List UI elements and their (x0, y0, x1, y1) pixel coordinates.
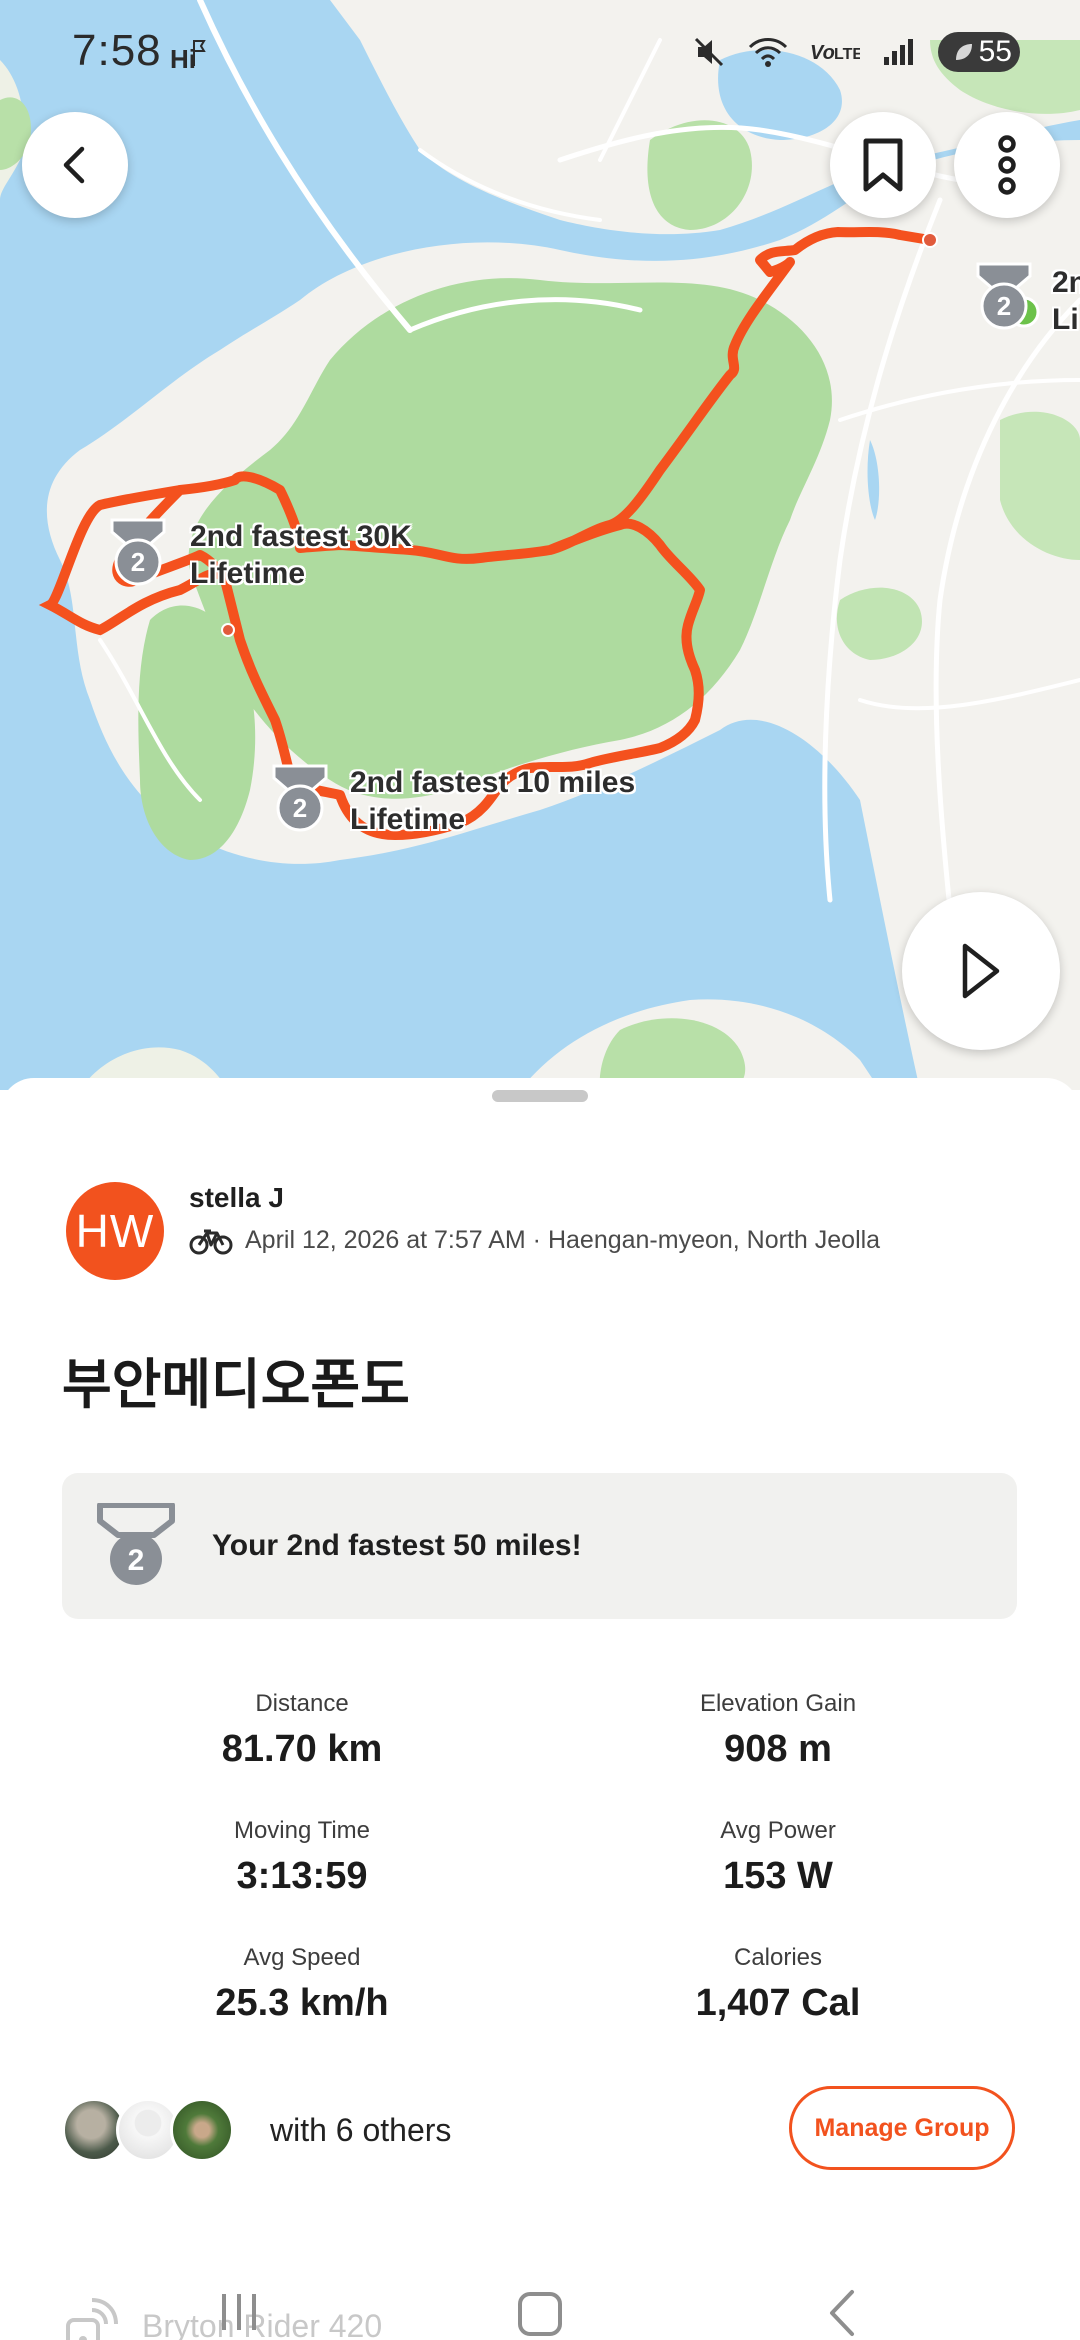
chevron-left-icon (63, 146, 85, 184)
flag-icon (193, 40, 206, 66)
svg-text:2: 2 (128, 1544, 145, 1577)
athlete-name[interactable]: stella J (189, 1182, 284, 1214)
status-icons: Vo LTE 55 (692, 30, 1020, 74)
map-label-edge: 2n Li (1052, 266, 1080, 336)
route-point (221, 623, 235, 637)
sheet-drag-handle[interactable] (492, 1090, 588, 1102)
signal-icon (884, 39, 913, 65)
activity-date-location: April 12, 2026 at 7:57 AM · Haengan-myeo… (245, 1226, 881, 1254)
medal-pin-icon[interactable]: 2 (106, 518, 170, 590)
svg-text:2: 2 (131, 547, 145, 577)
stat-avg-power: Avg Power 153 W (720, 1817, 836, 1897)
back-nav-icon[interactable] (824, 2288, 860, 2338)
play-icon (962, 943, 1000, 999)
activity-title: 부안메디오폰도 (62, 1355, 410, 1415)
avatar[interactable]: HW (66, 1182, 164, 1280)
manage-group-button[interactable]: Manage Group (789, 2086, 1015, 2170)
status-time: 7:58 (72, 26, 162, 75)
activity-sheet: HW stella J April 12, 2026 at 7:57 AM · … (0, 1078, 1080, 2340)
wifi-icon (748, 38, 788, 67)
bike-icon (189, 1229, 233, 1254)
medal-pin-icon[interactable]: 2 (268, 764, 332, 836)
play-flyover-button[interactable] (902, 892, 1060, 1050)
achievement-text: Your 2nd fastest 50 miles! (212, 1529, 582, 1562)
system-navigation-bar (0, 2278, 1080, 2340)
back-button[interactable] (22, 112, 128, 218)
achievement-card[interactable]: 2 Your 2nd fastest 50 miles! (62, 1473, 1017, 1619)
route-point (922, 232, 938, 248)
medal-icon: 2 (97, 1503, 175, 1585)
medal-pin-icon[interactable]: 2 (972, 262, 1036, 334)
save-route-button[interactable] (830, 112, 936, 218)
leaf-icon (955, 44, 972, 60)
activity-meta: April 12, 2026 at 7:57 AM · Haengan-myeo… (189, 1226, 880, 1255)
volte-icon: Vo LTE (810, 42, 860, 64)
group-count-text: with 6 others (270, 2111, 452, 2148)
stat-moving-time: Moving Time 3:13:59 (233, 1817, 371, 1897)
svg-text:2: 2 (293, 793, 307, 823)
battery-indicator: 55 (938, 32, 1020, 72)
bookmark-icon (863, 138, 903, 192)
more-options-button[interactable] (954, 112, 1060, 218)
group-athletes[interactable]: with 6 others (62, 2096, 451, 2164)
more-vertical-icon (998, 135, 1016, 195)
recent-apps-icon[interactable] (218, 2290, 260, 2334)
stat-distance: Distance 81.70 km (221, 1690, 383, 1770)
stat-elevation-gain: Elevation Gain 908 m (699, 1690, 857, 1770)
home-icon[interactable] (516, 2290, 564, 2338)
status-bar: 7:58 Hi Vo LTE 55 (0, 0, 1080, 100)
stat-calories: Calories 1,407 Cal (695, 1944, 861, 2024)
svg-text:Vo: Vo (810, 42, 835, 64)
svg-text:2: 2 (997, 291, 1011, 321)
group-avatar[interactable] (170, 2098, 234, 2162)
mute-icon (694, 37, 724, 67)
map-label-10mi: 2nd fastest 10 miles Lifetime (350, 766, 636, 836)
map-label-30k: 2nd fastest 30K Lifetime (190, 520, 412, 590)
stat-avg-speed: Avg Speed 25.3 km/h (215, 1944, 389, 2024)
svg-text:LTE: LTE (834, 46, 860, 63)
